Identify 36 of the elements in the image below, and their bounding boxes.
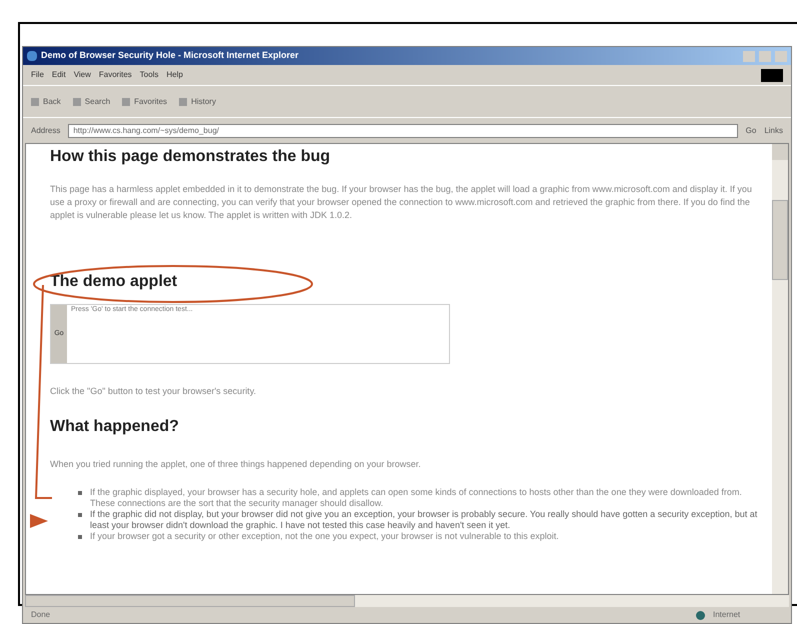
bullet-icon (78, 491, 82, 495)
zone-text: Internet (713, 609, 742, 621)
menu-item[interactable]: Edit (52, 69, 66, 81)
menu-item[interactable]: Favorites (98, 69, 132, 81)
page-heading: How this page demonstrates the bug (50, 148, 332, 166)
paragraph: This page has a harmless applet embedded in it to demonstrate the bug. If your browser has the bug, the applet will load a graphic from www.microsoft.com and display it. If you use a proxy or firewall and are connecting, you can verify that your browser opened the connection to www.microsoft.com and retrieved the graphic from there. If you do find the applet is vulnerable please let us know. The applet is written with JDK 1.0.2. (50, 183, 753, 222)
vertical-scrollbar[interactable] (772, 144, 788, 594)
menu-item[interactable]: Tools (140, 69, 158, 81)
address-label: Address (31, 124, 60, 136)
toolbar-button[interactable]: Back (31, 96, 61, 108)
bullet-item: If the graphic displayed, your browser has a security hole, and applets can open some kinds of connections to hosts other than the one they were downloaded from. These connections are the sort that the security manager should disallow. (78, 487, 764, 509)
bullet-icon (78, 535, 82, 539)
menu-item[interactable]: File (31, 69, 44, 81)
bullet-item: If your browser got a security or other exception, not the one you expect, your browser is not vulnerable to this exploit. (78, 531, 764, 542)
window-title: Demo of Browser Security Hole - Microsoft Internet Explorer (41, 49, 299, 62)
maximize-button[interactable] (759, 50, 771, 62)
hint-text: Click the "Go" button to test your browser's security. (50, 386, 258, 397)
bullet-item: If the graphic did not display, but your browser did not give you an exception, your browser is probably secure. You really should have gotten a security exception, but at least your browser didn't download the graphic. I have not tested this case heavily and haven't seen it yet. (78, 509, 764, 531)
toolbar-button[interactable]: Favorites (122, 96, 168, 108)
minimize-button[interactable] (743, 50, 755, 62)
bullet-icon (78, 513, 82, 517)
links-button[interactable]: Links (764, 124, 783, 136)
section-heading: What happened? (50, 418, 180, 436)
arrow-icon (30, 514, 48, 528)
menu-item[interactable]: View (74, 69, 91, 81)
status-text: Done (31, 609, 50, 621)
section-heading: The demo applet (50, 273, 178, 291)
close-button[interactable] (775, 50, 787, 62)
horizontal-scrollbar[interactable] (25, 595, 789, 607)
paragraph: When you tried running the applet, one of three things happened depending on your browser. (50, 459, 422, 470)
globe-icon (696, 610, 705, 620)
toolbar-button[interactable]: History (179, 96, 216, 108)
menu-item[interactable]: Help (166, 69, 183, 81)
address-field[interactable]: http://www.cs.hang.com/~sys/demo_bug/ (68, 124, 738, 138)
go-button[interactable]: Go (746, 124, 756, 136)
toolbar-button[interactable]: Search (72, 96, 110, 108)
